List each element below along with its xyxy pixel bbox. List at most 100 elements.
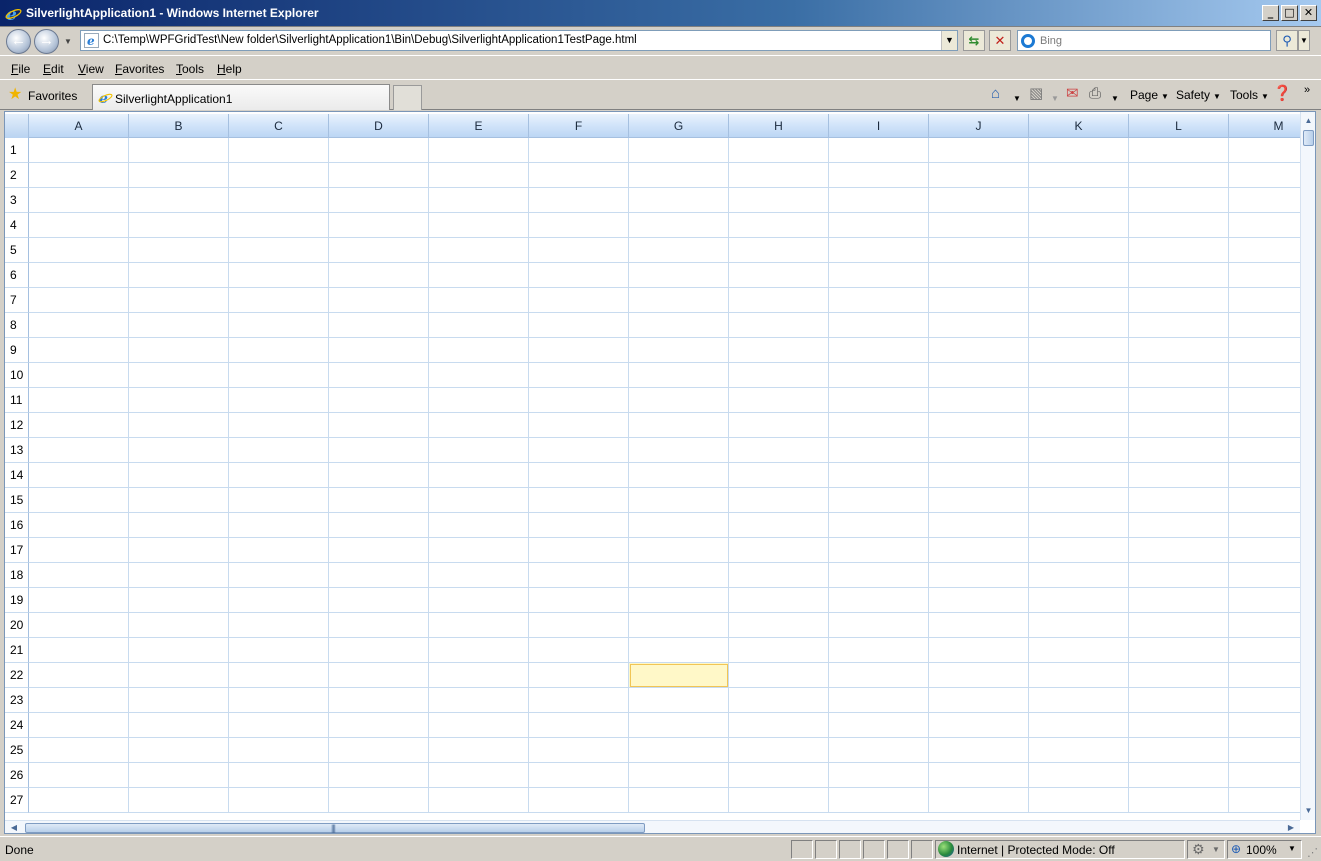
cell-b4[interactable] [129, 213, 229, 238]
stop-button[interactable]: ✕ [989, 30, 1011, 51]
cell-g13[interactable] [629, 438, 729, 463]
cell-l15[interactable] [1129, 488, 1229, 513]
row-header-21[interactable]: 21 [5, 638, 29, 663]
cell-m11[interactable] [1229, 388, 1300, 413]
cell-d19[interactable] [329, 588, 429, 613]
cell-l11[interactable] [1129, 388, 1229, 413]
column-header-h[interactable]: H [729, 114, 829, 138]
cell-k18[interactable] [1029, 563, 1129, 588]
cell-l16[interactable] [1129, 513, 1229, 538]
cell-i17[interactable] [829, 538, 929, 563]
resize-grip-icon[interactable]: ⋰ [1307, 846, 1318, 859]
cell-m22[interactable] [1229, 663, 1300, 688]
cell-a8[interactable] [29, 313, 129, 338]
cell-h26[interactable] [729, 763, 829, 788]
cell-e9[interactable] [429, 338, 529, 363]
cell-l24[interactable] [1129, 713, 1229, 738]
cell-d7[interactable] [329, 288, 429, 313]
cell-f4[interactable] [529, 213, 629, 238]
cell-f24[interactable] [529, 713, 629, 738]
cell-l23[interactable] [1129, 688, 1229, 713]
cell-m18[interactable] [1229, 563, 1300, 588]
cell-a15[interactable] [29, 488, 129, 513]
chevron-down-icon[interactable]: ▼ [1288, 844, 1296, 853]
cell-c24[interactable] [229, 713, 329, 738]
cell-h13[interactable] [729, 438, 829, 463]
cell-k25[interactable] [1029, 738, 1129, 763]
cell-e19[interactable] [429, 588, 529, 613]
cell-e7[interactable] [429, 288, 529, 313]
row-header-18[interactable]: 18 [5, 563, 29, 588]
cell-h5[interactable] [729, 238, 829, 263]
cell-f13[interactable] [529, 438, 629, 463]
cell-a16[interactable] [29, 513, 129, 538]
cell-c23[interactable] [229, 688, 329, 713]
horizontal-scrollbar[interactable]: ◀ ||| ▶ [5, 820, 1300, 833]
cell-g17[interactable] [629, 538, 729, 563]
cell-l27[interactable] [1129, 788, 1229, 813]
cell-h23[interactable] [729, 688, 829, 713]
cell-l8[interactable] [1129, 313, 1229, 338]
cell-a3[interactable] [29, 188, 129, 213]
cell-b19[interactable] [129, 588, 229, 613]
cell-a12[interactable] [29, 413, 129, 438]
cell-i8[interactable] [829, 313, 929, 338]
row-header-14[interactable]: 14 [5, 463, 29, 488]
cell-b27[interactable] [129, 788, 229, 813]
cell-c5[interactable] [229, 238, 329, 263]
cell-a24[interactable] [29, 713, 129, 738]
cell-f10[interactable] [529, 363, 629, 388]
cell-b2[interactable] [129, 163, 229, 188]
menu-edit[interactable]: Edit [43, 62, 64, 76]
cell-m5[interactable] [1229, 238, 1300, 263]
minimize-button[interactable]: _ [1262, 5, 1279, 21]
cell-k19[interactable] [1029, 588, 1129, 613]
cell-g20[interactable] [629, 613, 729, 638]
cell-h11[interactable] [729, 388, 829, 413]
row-header-3[interactable]: 3 [5, 188, 29, 213]
cell-j15[interactable] [929, 488, 1029, 513]
cell-d9[interactable] [329, 338, 429, 363]
menu-file[interactable]: File [11, 62, 30, 76]
cell-j3[interactable] [929, 188, 1029, 213]
cell-e3[interactable] [429, 188, 529, 213]
cell-g19[interactable] [629, 588, 729, 613]
cell-m9[interactable] [1229, 338, 1300, 363]
cell-d2[interactable] [329, 163, 429, 188]
cell-e14[interactable] [429, 463, 529, 488]
cell-m12[interactable] [1229, 413, 1300, 438]
cell-c3[interactable] [229, 188, 329, 213]
cell-b11[interactable] [129, 388, 229, 413]
cell-h6[interactable] [729, 263, 829, 288]
cell-a6[interactable] [29, 263, 129, 288]
cell-i20[interactable] [829, 613, 929, 638]
cell-g5[interactable] [629, 238, 729, 263]
cell-g27[interactable] [629, 788, 729, 813]
cell-m6[interactable] [1229, 263, 1300, 288]
cell-m25[interactable] [1229, 738, 1300, 763]
chevron-right-icon[interactable]: » [1304, 82, 1310, 98]
cell-b24[interactable] [129, 713, 229, 738]
cell-k16[interactable] [1029, 513, 1129, 538]
cell-b20[interactable] [129, 613, 229, 638]
cell-c10[interactable] [229, 363, 329, 388]
cell-l18[interactable] [1129, 563, 1229, 588]
cell-k15[interactable] [1029, 488, 1129, 513]
cell-j26[interactable] [929, 763, 1029, 788]
cell-l5[interactable] [1129, 238, 1229, 263]
cell-j6[interactable] [929, 263, 1029, 288]
cell-i18[interactable] [829, 563, 929, 588]
cell-d11[interactable] [329, 388, 429, 413]
cell-d15[interactable] [329, 488, 429, 513]
cell-c27[interactable] [229, 788, 329, 813]
cell-g18[interactable] [629, 563, 729, 588]
cell-j8[interactable] [929, 313, 1029, 338]
cell-c13[interactable] [229, 438, 329, 463]
cell-k11[interactable] [1029, 388, 1129, 413]
cell-j14[interactable] [929, 463, 1029, 488]
vertical-scroll-thumb[interactable] [1303, 130, 1314, 146]
cell-f5[interactable] [529, 238, 629, 263]
cell-m27[interactable] [1229, 788, 1300, 813]
cell-e15[interactable] [429, 488, 529, 513]
cell-d6[interactable] [329, 263, 429, 288]
